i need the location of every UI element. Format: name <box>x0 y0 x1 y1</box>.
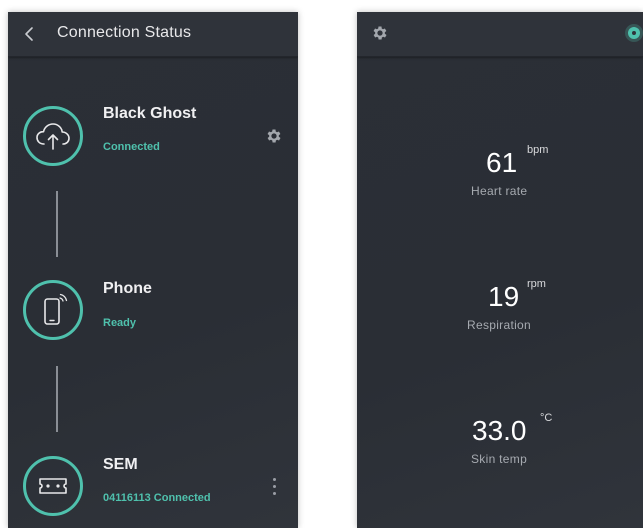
more-vertical-icon-dot <box>272 492 276 495</box>
black-ghost-status: Connected <box>103 141 160 153</box>
black-ghost-node-icon-circle <box>23 106 83 166</box>
connection-topbar: Connection Status <box>8 12 298 57</box>
black-ghost-settings-button[interactable] <box>265 127 283 145</box>
back-button[interactable] <box>20 22 40 46</box>
respiration-unit: rpm <box>527 278 546 290</box>
more-vertical-icon <box>272 478 276 481</box>
heart-rate-label: Heart rate <box>471 184 528 198</box>
sensor-device-icon <box>39 478 67 494</box>
connection-status-indicator[interactable] <box>628 27 640 39</box>
black-ghost-name: Black Ghost <box>103 105 197 122</box>
settings-button[interactable] <box>371 24 389 42</box>
more-vertical-icon-dot <box>272 485 276 488</box>
heart-rate-unit: bpm <box>527 144 549 156</box>
vitals-screen: 61 bpm Heart rate 19 rpm Respiration 33.… <box>357 12 643 528</box>
vitals-topbar <box>357 12 643 57</box>
skin-temp-value: 33.0 <box>472 415 527 446</box>
skin-temp-label: Skin temp <box>471 452 528 466</box>
skin-temp-unit: °C <box>540 412 553 424</box>
respiration-value: 19 <box>488 281 520 312</box>
gear-icon <box>373 26 387 40</box>
cloud-upload-icon <box>36 123 70 150</box>
sem-status: 04116113 Connected <box>103 492 211 504</box>
page-title: Connection Status <box>57 24 192 41</box>
sem-name: SEM <box>103 456 138 473</box>
heart-rate-value: 61 <box>486 147 518 178</box>
connection-status-screen: Connection Status Black Ghost Connected … <box>8 12 298 528</box>
sem-node-icon-circle <box>23 456 83 516</box>
chevron-left-icon <box>25 27 33 41</box>
phone-node-icon-circle <box>23 280 83 340</box>
respiration-label: Respiration <box>467 318 531 332</box>
sem-more-options-button[interactable] <box>270 478 278 500</box>
gear-icon <box>267 129 281 143</box>
phone-status: Ready <box>103 317 137 329</box>
smartphone-icon <box>44 293 68 325</box>
connector-line-1 <box>56 191 58 257</box>
phone-name: Phone <box>103 280 152 297</box>
connector-line-2 <box>56 366 58 432</box>
